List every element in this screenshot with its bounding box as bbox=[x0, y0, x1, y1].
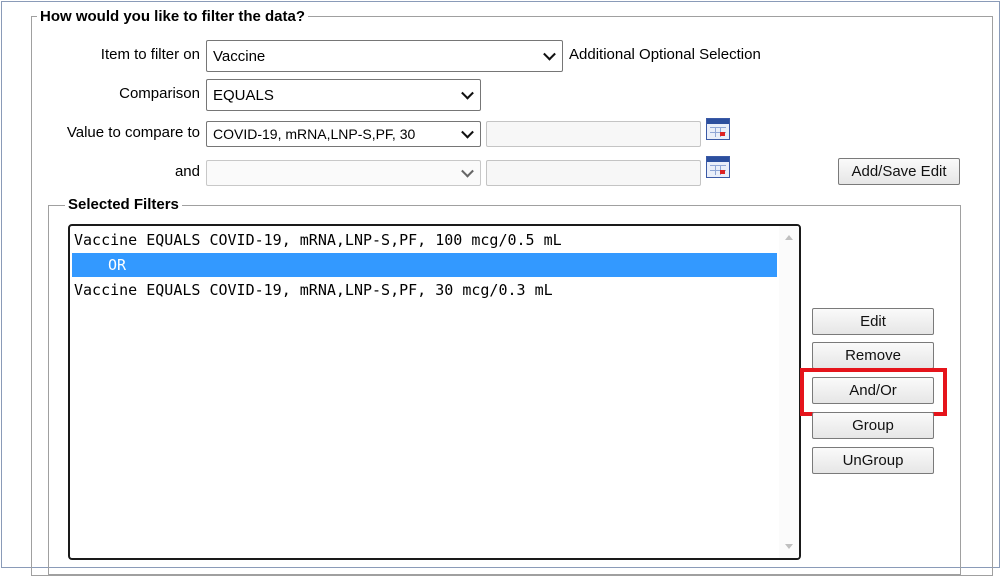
and-value-select[interactable] bbox=[206, 160, 481, 186]
chevron-down-icon bbox=[461, 86, 474, 100]
scroll-up-icon[interactable] bbox=[785, 235, 793, 240]
selected-filters-legend: Selected Filters bbox=[65, 196, 182, 214]
and-label: and bbox=[174, 163, 200, 180]
item-to-filter-value: Vaccine bbox=[213, 47, 266, 65]
group-button[interactable]: Group bbox=[812, 412, 934, 439]
comparison-select[interactable]: EQUALS bbox=[206, 79, 481, 111]
edit-button[interactable]: Edit bbox=[812, 308, 934, 335]
add-save-edit-button[interactable]: Add/Save Edit bbox=[838, 158, 960, 185]
and-or-button[interactable]: And/Or bbox=[812, 377, 934, 404]
comparison-value: EQUALS bbox=[213, 86, 274, 104]
calendar-icon[interactable] bbox=[706, 156, 730, 178]
remove-button[interactable]: Remove bbox=[812, 342, 934, 369]
calendar-icon[interactable] bbox=[706, 118, 730, 140]
item-to-filter-label: Item to filter on bbox=[100, 46, 200, 63]
ungroup-button[interactable]: UnGroup bbox=[812, 447, 934, 474]
list-item[interactable]: Vaccine EQUALS COVID-19, mRNA,LNP-S,PF, … bbox=[72, 278, 777, 302]
comparison-label: Comparison bbox=[119, 85, 200, 102]
list-item-selected[interactable]: OR bbox=[72, 253, 777, 277]
chevron-down-icon bbox=[461, 164, 474, 178]
value-compare-value: COVID-19, mRNA,LNP-S,PF, 30 bbox=[213, 126, 416, 142]
list-item-label: OR bbox=[108, 256, 127, 274]
list-scrollbar[interactable] bbox=[779, 226, 799, 558]
and-secondary-input[interactable] bbox=[486, 160, 701, 186]
value-compare-label: Value to compare to bbox=[66, 124, 200, 141]
chevron-down-icon bbox=[543, 47, 556, 61]
additional-selection-link[interactable]: Additional Optional Selection bbox=[569, 45, 761, 65]
chevron-down-icon bbox=[461, 125, 474, 139]
list-item[interactable]: Vaccine EQUALS COVID-19, mRNA,LNP-S,PF, … bbox=[72, 228, 777, 252]
value-secondary-input[interactable] bbox=[486, 121, 701, 147]
value-compare-select[interactable]: COVID-19, mRNA,LNP-S,PF, 30 bbox=[206, 121, 481, 147]
selected-filters-list[interactable]: Vaccine EQUALS COVID-19, mRNA,LNP-S,PF, … bbox=[68, 224, 801, 560]
scroll-down-icon[interactable] bbox=[785, 544, 793, 549]
filter-legend: How would you like to filter the data? bbox=[37, 8, 309, 26]
item-to-filter-select[interactable]: Vaccine bbox=[206, 40, 563, 72]
